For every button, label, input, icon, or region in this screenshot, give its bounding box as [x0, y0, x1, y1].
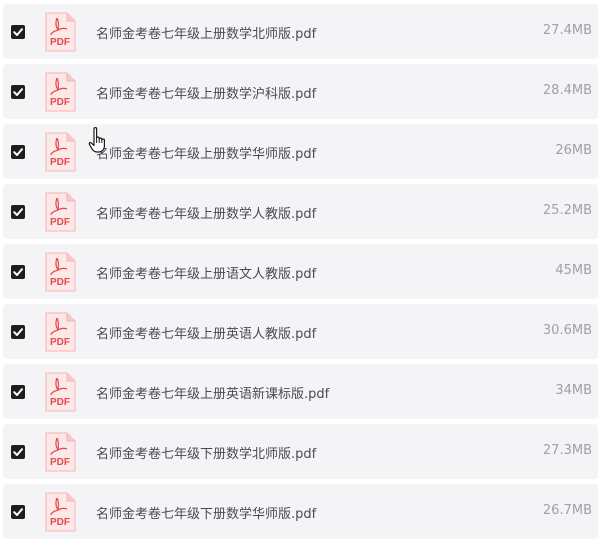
checkbox-checked[interactable]: [11, 385, 25, 399]
checkbox-checked[interactable]: [11, 25, 25, 39]
svg-text:PDF: PDF: [50, 277, 70, 288]
file-row[interactable]: PDF 名师金考卷七年级上册数学人教版.pdf 25.2MB: [3, 184, 598, 239]
file-name: 名师金考卷七年级上册英语新课标版.pdf: [96, 387, 330, 402]
file-name: 名师金考卷七年级上册数学华师版.pdf: [96, 147, 317, 162]
file-size: 27.3MB: [542, 443, 592, 458]
checkbox-checked[interactable]: [11, 505, 25, 519]
file-name: 名师金考卷七年级上册数学北师版.pdf: [96, 27, 317, 42]
file-name: 名师金考卷七年级上册英语人教版.pdf: [96, 327, 317, 342]
svg-text:PDF: PDF: [50, 337, 70, 348]
svg-text:PDF: PDF: [50, 157, 70, 168]
file-size: 28.4MB: [542, 83, 592, 98]
svg-text:PDF: PDF: [50, 37, 70, 48]
checkbox-checked[interactable]: [11, 445, 25, 459]
svg-text:PDF: PDF: [50, 457, 70, 468]
pdf-icon: PDF: [43, 312, 77, 352]
checkbox-checked[interactable]: [11, 145, 25, 159]
file-size: 25.2MB: [542, 203, 592, 218]
pdf-icon: PDF: [43, 252, 77, 292]
file-name: 名师金考卷七年级上册数学沪科版.pdf: [96, 87, 317, 102]
file-size: 34MB: [555, 383, 592, 398]
file-size: 45MB: [555, 263, 592, 278]
file-row[interactable]: PDF 名师金考卷七年级上册语文人教版.pdf 45MB: [3, 244, 598, 299]
file-size: 27.4MB: [542, 23, 592, 38]
pdf-icon: PDF: [43, 132, 77, 172]
file-row[interactable]: PDF 名师金考卷七年级上册英语人教版.pdf 30.6MB: [3, 304, 598, 359]
svg-text:PDF: PDF: [50, 97, 70, 108]
file-row[interactable]: PDF 名师金考卷七年级上册数学北师版.pdf 27.4MB: [3, 4, 598, 59]
pdf-icon: PDF: [43, 12, 77, 52]
pdf-icon: PDF: [43, 492, 77, 532]
pdf-icon: PDF: [43, 432, 77, 472]
checkbox-checked[interactable]: [11, 325, 25, 339]
file-size: 30.6MB: [542, 323, 592, 338]
file-size: 26MB: [555, 143, 592, 158]
checkbox-checked[interactable]: [11, 85, 25, 99]
file-name: 名师金考卷七年级上册语文人教版.pdf: [96, 267, 317, 282]
pdf-icon: PDF: [43, 372, 77, 412]
file-row[interactable]: PDF 名师金考卷七年级上册数学沪科版.pdf 28.4MB: [3, 64, 598, 119]
pdf-icon: PDF: [43, 192, 77, 232]
pdf-icon: PDF: [43, 72, 77, 112]
checkbox-checked[interactable]: [11, 265, 25, 279]
svg-text:PDF: PDF: [50, 517, 70, 528]
file-row[interactable]: PDF 名师金考卷七年级下册数学北师版.pdf 27.3MB: [3, 424, 598, 479]
svg-text:PDF: PDF: [50, 217, 70, 228]
checkbox-checked[interactable]: [11, 205, 25, 219]
file-row[interactable]: PDF 名师金考卷七年级上册英语新课标版.pdf 34MB: [3, 364, 598, 419]
svg-text:PDF: PDF: [50, 397, 70, 408]
file-size: 26.7MB: [542, 503, 592, 518]
file-name: 名师金考卷七年级下册数学华师版.pdf: [96, 507, 317, 522]
file-name: 名师金考卷七年级上册数学人教版.pdf: [96, 207, 317, 222]
hand-pointer-cursor-icon: [88, 126, 110, 154]
file-name: 名师金考卷七年级下册数学北师版.pdf: [96, 447, 317, 462]
